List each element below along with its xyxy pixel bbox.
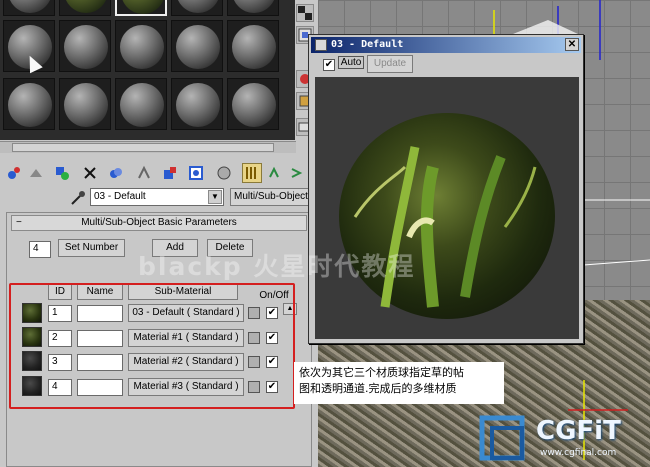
collapse-icon: − xyxy=(16,217,22,228)
sample-slot[interactable] xyxy=(59,20,111,72)
put-to-library-icon[interactable] xyxy=(160,163,180,183)
copy-material-icon[interactable] xyxy=(106,163,126,183)
window-icon xyxy=(315,39,327,51)
assign-material-icon[interactable] xyxy=(52,163,72,183)
tutorial-caption: 依次为其它三个材质球指定草的帖 图和透明通道.完成后的多维材质 xyxy=(294,362,504,404)
sample-slot[interactable] xyxy=(227,78,279,130)
caption-line-2: 图和透明通道.完成后的多维材质 xyxy=(299,382,457,395)
sample-sphere xyxy=(8,0,52,13)
sample-slot[interactable] xyxy=(115,78,167,130)
make-unique-icon[interactable] xyxy=(134,163,154,183)
update-button[interactable]: Update xyxy=(367,55,413,73)
preview-title: 03 - Default xyxy=(331,39,404,50)
material-name-bar: 03 - Default ▼ Multi/Sub-Object xyxy=(70,188,316,208)
sample-sphere xyxy=(232,25,276,69)
sample-slot[interactable] xyxy=(227,20,279,72)
pick-material-eyedropper-icon[interactable] xyxy=(70,190,86,206)
preview-render-area xyxy=(315,77,579,339)
put-material-icon[interactable] xyxy=(26,163,46,183)
sample-slot[interactable] xyxy=(59,0,111,16)
sample-sphere xyxy=(232,83,276,127)
logo-url: www.cgfinal.com xyxy=(540,448,617,458)
caption-line-1: 依次为其它三个材质球指定草的帖 xyxy=(299,366,464,379)
sample-sphere xyxy=(176,25,220,69)
slots-scrollbar[interactable] xyxy=(0,141,296,153)
chevron-down-icon[interactable]: ▼ xyxy=(208,190,222,204)
close-icon[interactable]: ✕ xyxy=(565,38,579,51)
rollout-header[interactable]: − Multi/Sub-Object Basic Parameters xyxy=(11,215,307,231)
sample-sphere xyxy=(64,0,108,13)
number-of-materials-field[interactable]: 4 xyxy=(29,241,51,258)
sample-slot[interactable] xyxy=(227,0,279,16)
watermark: blackp 火星时代教程 xyxy=(138,252,416,281)
sample-slot[interactable] xyxy=(115,0,167,16)
preview-title-bar[interactable]: 03 - Default ✕ xyxy=(311,37,581,53)
sample-slot[interactable] xyxy=(171,0,223,16)
auto-checkbox[interactable]: ✔ xyxy=(323,59,335,71)
sample-sphere xyxy=(121,0,165,14)
show-end-result-icon[interactable] xyxy=(242,163,262,183)
sample-slot[interactable] xyxy=(3,0,55,16)
sample-sphere xyxy=(232,0,276,13)
sample-sphere xyxy=(120,83,164,127)
sample-slot[interactable] xyxy=(3,78,55,130)
sample-slot[interactable] xyxy=(171,20,223,72)
material-type-button[interactable]: Multi/Sub-Object xyxy=(230,188,312,206)
set-number-button[interactable]: Set Number xyxy=(58,239,125,257)
rollout-title: Multi/Sub-Object Basic Parameters xyxy=(81,217,237,228)
background-checker-icon[interactable] xyxy=(296,4,314,22)
sample-sphere xyxy=(176,0,220,13)
sample-slot[interactable] xyxy=(59,78,111,130)
sample-sphere xyxy=(64,83,108,127)
cgfinal-logo: CGFiT www.cgfinal.com xyxy=(478,412,648,464)
material-name-text: 03 - Default xyxy=(94,191,146,202)
material-preview-window: 03 - Default ✕ ✔ Auto Update xyxy=(308,34,584,344)
get-material-icon[interactable] xyxy=(4,163,24,183)
sample-slot[interactable] xyxy=(115,20,167,72)
material-toolbar xyxy=(2,163,316,185)
auto-update-toggle[interactable]: ✔ Auto xyxy=(323,56,365,72)
material-name-field[interactable]: 03 - Default ▼ xyxy=(90,188,224,206)
sample-sphere xyxy=(8,83,52,127)
sample-sphere xyxy=(176,83,220,127)
go-forward-to-sibling-icon[interactable] xyxy=(286,163,306,183)
sample-slots-grid xyxy=(0,0,295,140)
grass-strands xyxy=(353,146,537,308)
go-to-parent-icon[interactable] xyxy=(264,163,284,183)
material-editor: 03 - Default ▼ Multi/Sub-Object − Multi/… xyxy=(0,0,318,467)
auto-label: Auto xyxy=(337,56,365,69)
sample-sphere xyxy=(120,25,164,69)
material-effects-channel-icon[interactable] xyxy=(186,163,206,183)
reset-material-icon[interactable] xyxy=(80,163,100,183)
sample-sphere xyxy=(64,25,108,69)
scrollbar-thumb[interactable] xyxy=(12,143,274,152)
show-map-in-viewport-icon[interactable] xyxy=(214,163,234,183)
sample-slot[interactable] xyxy=(171,78,223,130)
logo-mark-icon xyxy=(479,415,525,461)
highlight-box xyxy=(9,283,295,409)
sample-slot[interactable] xyxy=(3,20,55,74)
logo-text: CGFiT xyxy=(536,416,621,446)
